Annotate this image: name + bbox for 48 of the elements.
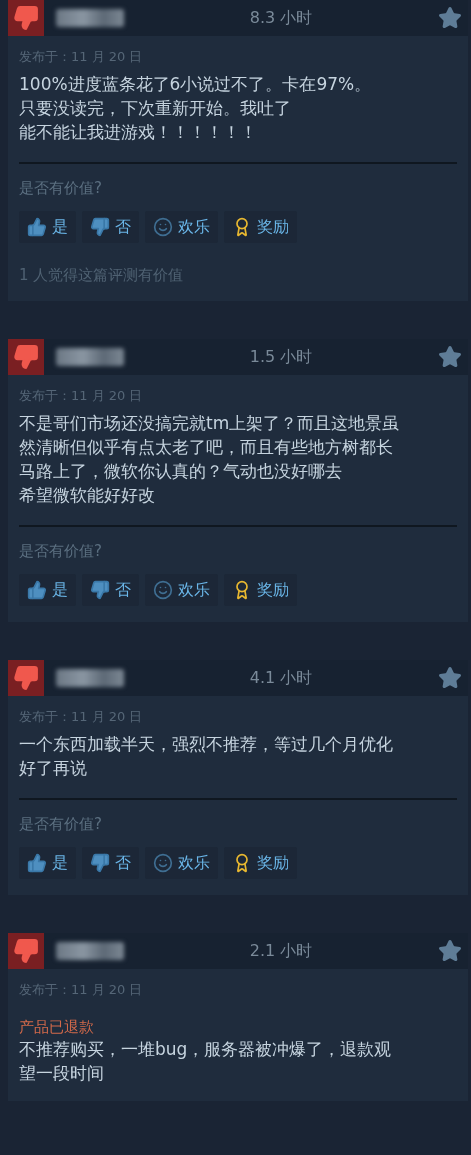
funny-button[interactable]: 欢乐 [145, 211, 218, 243]
no-button[interactable]: 否 [82, 574, 139, 606]
award-button[interactable]: 奖励 [224, 847, 297, 879]
funny-button[interactable]: 欢乐 [145, 574, 218, 606]
no-button[interactable]: 否 [82, 211, 139, 243]
playtime: 4.1 小时 [249, 667, 313, 689]
review-text-line: 一个东西加载半天，强烈不推荐，等过几个月优化 [19, 733, 394, 756]
thumbs-up-icon [27, 853, 47, 873]
thumbs-down-icon [90, 217, 110, 237]
yes-button[interactable]: 是 [19, 211, 76, 243]
star-icon[interactable] [438, 666, 462, 690]
thumbs-down-icon [90, 853, 110, 873]
playtime: 2.1 小时 [249, 940, 313, 962]
smiley-icon [153, 217, 173, 237]
award-button[interactable]: 奖励 [224, 574, 297, 606]
thumbs-up-icon [27, 217, 47, 237]
blurred-username [56, 348, 124, 366]
playtime: 8.3 小时 [249, 7, 313, 29]
helpful-prompt: 是否有价值? [19, 814, 103, 834]
review-text-line: 望一段时间 [19, 1062, 105, 1085]
yes-button[interactable]: 是 [19, 847, 76, 879]
star-icon[interactable] [438, 6, 462, 30]
review-text-line: 只要没读完，下次重新开始。我吐了 [19, 97, 292, 120]
review-text-line: 能不能让我进游戏！！！！！！ [19, 121, 258, 144]
star-icon[interactable] [438, 345, 462, 369]
refund-label: 产品已退款 [19, 1017, 95, 1037]
star-icon[interactable] [438, 939, 462, 963]
helpful-prompt: 是否有价值? [19, 541, 103, 561]
review-text-line: 不推荐购买，一堆bug，服务器被冲爆了，退款观 [19, 1038, 393, 1061]
funny-button[interactable]: 欢乐 [145, 847, 218, 879]
thumbs-down-icon [90, 580, 110, 600]
thumbs-up-icon [27, 580, 47, 600]
review-text-line: 然清晰但似乎有点太老了吧，而且有些地方树都长 [19, 436, 394, 459]
blurred-username [56, 669, 124, 687]
review-text-line: 100%进度蓝条花了6小说过不了。卡在97%。 [19, 73, 373, 96]
review-text-line: 希望微软能好好改 [19, 484, 156, 507]
review-text-line: 不是哥们市场还没搞完就tm上架了？而且这地景虽 [19, 412, 401, 435]
blurred-username [56, 9, 124, 27]
smiley-icon [153, 580, 173, 600]
review-text-line: 好了再说 [19, 757, 88, 780]
yes-button[interactable]: 是 [19, 574, 76, 606]
playtime: 1.5 小时 [249, 346, 313, 368]
helpful-prompt: 是否有价值? [19, 178, 103, 198]
smiley-icon [153, 853, 173, 873]
blurred-username [56, 942, 124, 960]
review-text-line: 马路上了，微软你认真的？气动也没好哪去 [19, 460, 343, 483]
no-button[interactable]: 否 [82, 847, 139, 879]
award-button[interactable]: 奖励 [224, 211, 297, 243]
